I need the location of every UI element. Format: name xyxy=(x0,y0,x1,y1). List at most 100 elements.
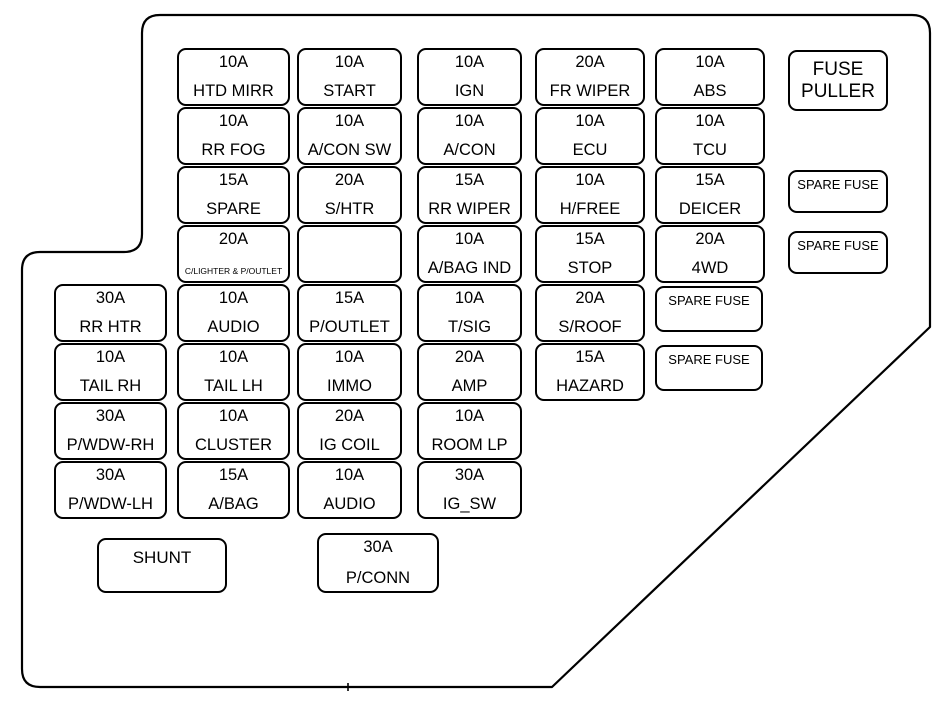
fuse-amperage: 10A xyxy=(218,112,249,130)
fuse-box-diagram: 10A HTD MIRR 10A START 10A IGN 20A FR WIPER 10A A… xyxy=(0,0,942,708)
fuse-puller-label-line1: FUSE xyxy=(812,59,864,80)
fuse-label: TAIL RH xyxy=(79,377,142,395)
fuse-slot[interactable]: 15A STOP xyxy=(535,225,645,283)
fuse-slot[interactable]: 20A C/LIGHTER & P/OUTLET xyxy=(177,225,290,283)
fuse-amperage: 10A xyxy=(218,348,249,366)
fuse-amperage: 10A xyxy=(695,112,725,130)
fuse-label: HAZARD xyxy=(556,377,624,395)
fuse-slot[interactable]: 15A DEICER xyxy=(655,166,765,224)
fuse-label: ECU xyxy=(572,141,608,159)
fuse-slot[interactable]: 10A ECU xyxy=(535,107,645,165)
fuse-slot[interactable]: 30A P/CONN xyxy=(317,533,439,593)
fuse-label: CLUSTER xyxy=(194,436,272,454)
fuse-amperage: 20A xyxy=(575,53,605,71)
fuse-slot[interactable]: 15A RR WIPER xyxy=(417,166,522,224)
fuse-label: P/WDW-RH xyxy=(66,436,155,454)
fuse-slot[interactable]: 30A P/WDW-LH xyxy=(54,461,167,519)
fuse-label: AUDIO xyxy=(323,495,376,513)
fuse-label: DEICER xyxy=(678,200,742,218)
fuse-label: A/BAG IND xyxy=(427,259,512,277)
fuse-slot[interactable]: 30A P/WDW-RH xyxy=(54,402,167,460)
fuse-label: IMMO xyxy=(327,377,372,395)
fuse-amperage: 20A xyxy=(218,230,249,248)
spare-fuse-label: SPARE FUSE xyxy=(797,177,879,192)
fuse-slot[interactable]: 10A ROOM LP xyxy=(417,402,522,460)
fuse-slot[interactable]: 10A A/BAG IND xyxy=(417,225,522,283)
spare-fuse-slot[interactable]: SPARE FUSE xyxy=(655,345,763,391)
fuse-slot[interactable]: 30A IG_SW xyxy=(417,461,522,519)
fuse-slot[interactable]: 15A A/BAG xyxy=(177,461,290,519)
fuse-slot[interactable]: 20A IG COIL xyxy=(297,402,402,460)
fuse-slot[interactable]: 20A FR WIPER xyxy=(535,48,645,106)
fuse-amperage: 10A xyxy=(334,466,365,484)
fuse-slot[interactable]: 10A TCU xyxy=(655,107,765,165)
spare-fuse-slot[interactable]: SPARE FUSE xyxy=(788,170,888,213)
fuse-puller-slot[interactable]: FUSE PULLER xyxy=(788,50,888,111)
fuse-slot[interactable]: 20A 4WD xyxy=(655,225,765,283)
fuse-label: START xyxy=(323,82,376,100)
fuse-amperage: 30A xyxy=(363,538,393,556)
fuse-slot[interactable]: 10A TAIL RH xyxy=(54,343,167,401)
fuse-amperage: 20A xyxy=(454,348,485,366)
fuse-label: SPARE xyxy=(206,200,261,218)
fuse-slot[interactable]: 15A SPARE xyxy=(177,166,290,224)
shunt-slot[interactable]: SHUNT xyxy=(97,538,227,593)
spare-fuse-slot[interactable]: SPARE FUSE xyxy=(788,231,888,274)
fuse-amperage: 10A xyxy=(218,407,249,425)
fuse-label: IGN xyxy=(454,82,485,100)
spare-fuse-label: SPARE FUSE xyxy=(797,238,879,253)
fuse-amperage: 10A xyxy=(334,53,365,71)
fuse-label: RR HTR xyxy=(79,318,142,336)
fuse-label: H/FREE xyxy=(559,200,621,218)
fuse-amperage: 10A xyxy=(454,230,485,248)
fuse-slot[interactable]: 15A P/OUTLET xyxy=(297,284,402,342)
fuse-slot[interactable]: 10A AUDIO xyxy=(297,461,402,519)
fuse-amperage: 15A xyxy=(575,348,605,366)
fuse-slot[interactable]: 10A H/FREE xyxy=(535,166,645,224)
fuse-slot[interactable]: 10A ABS xyxy=(655,48,765,106)
fuse-slot[interactable]: 20A AMP xyxy=(417,343,522,401)
fuse-label: ROOM LP xyxy=(431,436,508,454)
fuse-slot[interactable]: 10A HTD MIRR xyxy=(177,48,290,106)
fuse-label: 4WD xyxy=(691,259,729,277)
fuse-amperage: 30A xyxy=(95,407,126,425)
fuse-slot[interactable]: 10A AUDIO xyxy=(177,284,290,342)
fuse-slot[interactable]: 10A T/SIG xyxy=(417,284,522,342)
fuse-slot[interactable]: 10A RR FOG xyxy=(177,107,290,165)
fuse-amperage: 10A xyxy=(575,171,605,189)
fuse-slot[interactable]: 10A CLUSTER xyxy=(177,402,290,460)
fuse-slot[interactable]: 30A RR HTR xyxy=(54,284,167,342)
fuse-label: A/CON SW xyxy=(307,141,392,159)
fuse-amperage: 15A xyxy=(695,171,725,189)
fuse-label: A/BAG xyxy=(208,495,259,513)
fuse-slot[interactable]: 10A IMMO xyxy=(297,343,402,401)
fuse-label: ABS xyxy=(693,82,727,100)
fuse-label: TAIL LH xyxy=(204,377,263,395)
fuse-slot[interactable]: 10A IGN xyxy=(417,48,522,106)
fuse-label: TCU xyxy=(693,141,727,159)
fuse-amperage: 10A xyxy=(334,348,365,366)
fuse-amperage: 20A xyxy=(575,289,605,307)
fuse-slot[interactable]: 15A HAZARD xyxy=(535,343,645,401)
fuse-label: AMP xyxy=(451,377,488,395)
fuse-slot[interactable]: 10A A/CON SW xyxy=(297,107,402,165)
fuse-label: IG COIL xyxy=(319,436,380,454)
fuse-label: RR WIPER xyxy=(428,200,511,218)
fuse-amperage: 30A xyxy=(454,466,485,484)
shunt-label: SHUNT xyxy=(132,548,192,567)
fuse-slot[interactable]: 20A S/HTR xyxy=(297,166,402,224)
fuse-slot[interactable]: 10A A/CON xyxy=(417,107,522,165)
fuse-amperage: 10A xyxy=(218,289,249,307)
fuse-label: AUDIO xyxy=(207,318,260,336)
fuse-slot[interactable]: 20A S/ROOF xyxy=(535,284,645,342)
fuse-slot[interactable]: 10A TAIL LH xyxy=(177,343,290,401)
fuse-amperage: 10A xyxy=(695,53,725,71)
fuse-amperage: 10A xyxy=(454,289,485,307)
fuse-slot[interactable] xyxy=(297,225,402,283)
fuse-slot[interactable]: 10A START xyxy=(297,48,402,106)
spare-fuse-label: SPARE FUSE xyxy=(668,293,750,308)
spare-fuse-slot[interactable]: SPARE FUSE xyxy=(655,286,763,332)
fuse-amperage: 10A xyxy=(454,112,485,130)
fuse-amperage: 10A xyxy=(454,53,485,71)
fuse-amperage: 20A xyxy=(695,230,725,248)
